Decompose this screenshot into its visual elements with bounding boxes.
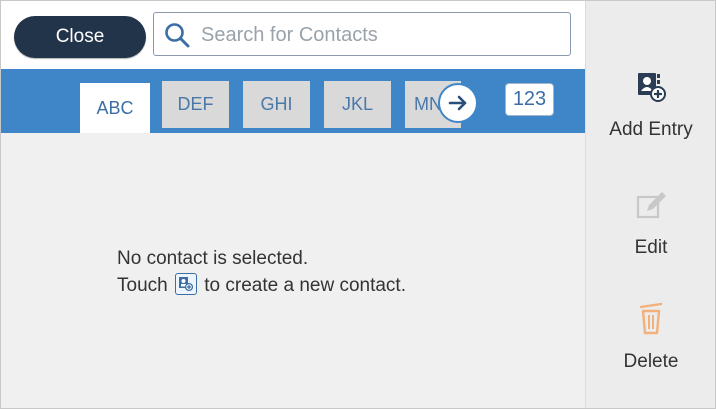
empty-message-prefix: Touch <box>117 275 168 296</box>
empty-message: No contact is selected. Touch to create … <box>117 245 406 299</box>
tab-ghi[interactable]: GHI <box>243 81 310 128</box>
contact-list-area: No contact is selected. Touch to create … <box>1 133 585 408</box>
close-button[interactable]: Close <box>14 16 146 58</box>
top-bar: Close <box>1 1 585 65</box>
edit-icon <box>636 192 666 219</box>
contacts-screen: Close ABC DEF GHI JKL MN 123 No contact … <box>0 0 716 409</box>
edit-label: Edit <box>634 237 668 258</box>
delete-label: Delete <box>623 351 679 372</box>
search-field[interactable] <box>153 12 571 56</box>
empty-message-line1: No contact is selected. <box>117 248 309 269</box>
add-entry-label: Add Entry <box>609 119 693 140</box>
tab-numeric[interactable]: 123 <box>505 83 554 116</box>
tab-abc[interactable]: ABC <box>80 83 150 133</box>
add-entry-inline-icon <box>174 273 197 295</box>
delete-button[interactable]: Delete <box>586 301 715 373</box>
search-icon <box>165 23 190 48</box>
edit-button[interactable]: Edit <box>586 187 715 259</box>
arrow-right-icon <box>448 95 467 111</box>
empty-message-suffix: to create a new contact. <box>204 275 406 296</box>
search-input[interactable] <box>199 19 563 51</box>
tab-def[interactable]: DEF <box>162 81 229 128</box>
empty-message-line2: Touch to create a new contact. <box>117 272 406 299</box>
action-panel: Add Entry Edit Delete <box>585 1 715 408</box>
tab-jkl[interactable]: JKL <box>324 81 391 128</box>
add-contact-icon <box>638 73 666 102</box>
tab-bar: ABC DEF GHI JKL MN 123 <box>1 69 585 133</box>
add-entry-button[interactable]: Add Entry <box>586 69 715 141</box>
next-tabs-button[interactable] <box>438 83 478 123</box>
trash-icon <box>639 302 663 335</box>
